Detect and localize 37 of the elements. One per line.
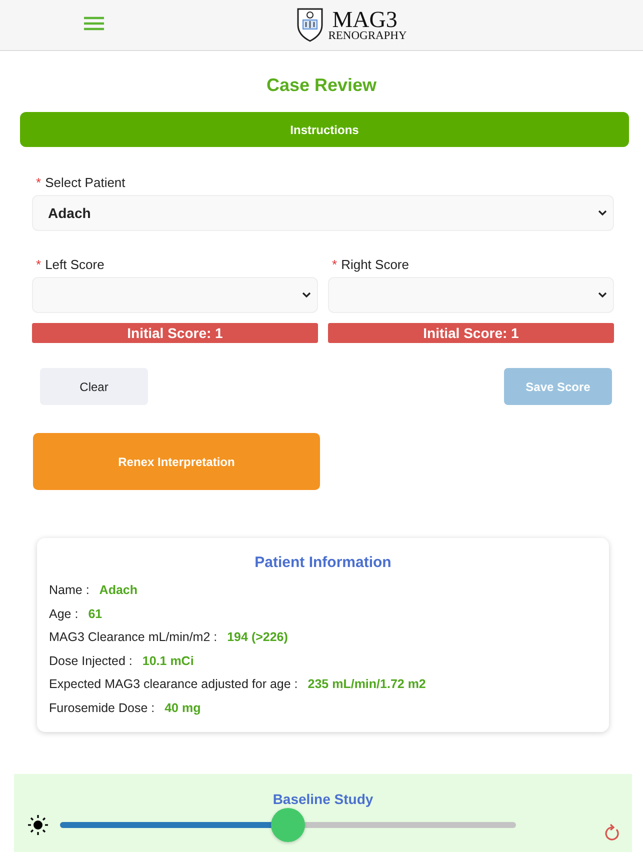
info-value: 40 mg bbox=[164, 700, 201, 717]
study-title: Baseline Study bbox=[272, 790, 374, 808]
initial-score-bar: Initial Score: 1 bbox=[328, 323, 614, 343]
field-label: Right Score bbox=[341, 257, 409, 272]
required-mark: * bbox=[36, 175, 42, 190]
info-value: 235 mL/min/1.72 m2 bbox=[308, 676, 426, 693]
clear-button[interactable]: Clear bbox=[40, 368, 148, 405]
info-label: Expected MAG3 clearance adjusted for age : bbox=[49, 676, 298, 693]
field-label: Left Score bbox=[45, 257, 104, 272]
logo-title: MAG3 bbox=[332, 8, 398, 31]
info-value: Adach bbox=[99, 582, 138, 599]
logo-subtitle: RENOGRAPHY bbox=[328, 30, 407, 42]
chevron-down-icon bbox=[302, 292, 311, 298]
info-label: Name : bbox=[49, 582, 90, 599]
brightness-icon bbox=[28, 815, 48, 835]
required-mark: * bbox=[36, 257, 42, 272]
info-value: 194 (>226) bbox=[227, 629, 288, 646]
info-value: 10.1 mCi bbox=[142, 652, 194, 670]
interpretation-button[interactable]: Renex Interpretation bbox=[33, 433, 320, 490]
required-mark: * bbox=[332, 257, 338, 272]
shield-logo-icon bbox=[296, 7, 324, 43]
page-title: Case Review bbox=[265, 74, 378, 97]
info-label: Dose Injected : bbox=[49, 652, 132, 670]
reset-icon[interactable] bbox=[604, 823, 620, 841]
initial-score-bar: Initial Score: 1 bbox=[32, 323, 318, 343]
patient-select[interactable]: Adach bbox=[32, 195, 614, 231]
chevron-down-icon bbox=[598, 292, 607, 298]
slider-thumb[interactable] bbox=[271, 808, 305, 842]
info-label: MAG3 Clearance mL/min/m2 : bbox=[49, 629, 218, 646]
card-title: Patient Information bbox=[254, 553, 392, 573]
info-value: 61 bbox=[88, 606, 102, 622]
info-label: Furosemide Dose : bbox=[49, 700, 155, 716]
menu-icon[interactable] bbox=[84, 16, 104, 31]
info-label: Age : bbox=[49, 606, 78, 623]
instructions-button[interactable]: Instructions bbox=[20, 112, 629, 147]
field-label: Select Patient bbox=[45, 175, 126, 190]
chevron-down-icon bbox=[598, 210, 607, 216]
